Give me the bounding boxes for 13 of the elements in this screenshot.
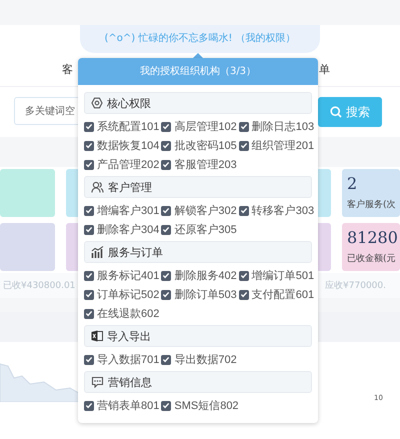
section-title: 客户管理 (108, 180, 152, 194)
summary-text: 应收¥770000. (325, 280, 386, 292)
stat-value: 81280 (347, 227, 397, 249)
stat-value: 2 (347, 173, 358, 195)
tip-message: (^o^) 忙碌的你不忘多喝水! (104, 33, 232, 44)
stat-label: 客户服务(次 (347, 198, 397, 211)
section-title: 导入导出 (107, 328, 151, 344)
section-title: 营销信息 (108, 374, 152, 390)
summary-text: 已收¥430800.01 (3, 280, 76, 292)
popup-title: 我的授权组织机构（3/3） (78, 58, 318, 85)
stat-label: 已收金额(元 (347, 252, 397, 265)
section-title: 核心权限 (107, 96, 151, 110)
section-title: 服务与订单 (108, 244, 163, 260)
